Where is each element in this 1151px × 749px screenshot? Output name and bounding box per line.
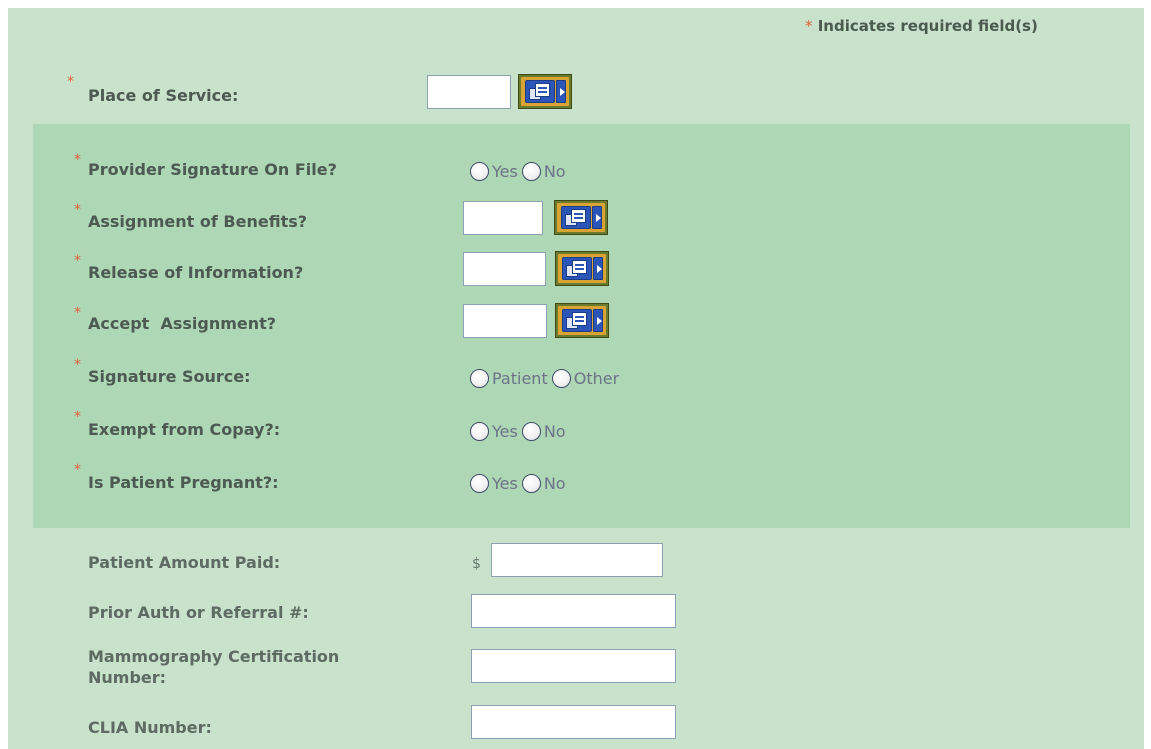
radio-option-label: No bbox=[543, 474, 566, 493]
lookup-list-icon bbox=[562, 309, 592, 332]
assignment-of-benefits-label: Assignment of Benefits? bbox=[88, 212, 308, 231]
radio-option-label: Other bbox=[573, 369, 620, 388]
clia-label: CLIA Number: bbox=[88, 718, 212, 737]
mammography-label: Mammography Certification Number: bbox=[88, 646, 339, 688]
mammography-label-line2: Number: bbox=[88, 668, 167, 687]
place-of-service-lookup-button[interactable] bbox=[518, 74, 572, 109]
lookup-list-icon bbox=[525, 80, 555, 103]
prior-auth-label: Prior Auth or Referral #: bbox=[88, 603, 309, 622]
signature-source-label: Signature Source: bbox=[88, 367, 251, 386]
required-marker: * bbox=[805, 17, 813, 35]
patient-pregnant-radio-group: Yes No bbox=[470, 474, 570, 493]
patient-amount-paid-input[interactable] bbox=[491, 543, 663, 577]
required-marker: * bbox=[74, 152, 81, 168]
assignment-of-benefits-lookup-button[interactable] bbox=[554, 200, 608, 235]
accept-assignment-input[interactable] bbox=[463, 304, 547, 338]
release-of-information-lookup-button[interactable] bbox=[555, 251, 609, 286]
accept-assignment-label: Accept Assignment? bbox=[88, 314, 277, 333]
required-marker: * bbox=[67, 74, 74, 90]
arrow-right-icon bbox=[592, 206, 602, 229]
release-of-information-label: Release of Information? bbox=[88, 263, 304, 282]
arrow-right-icon bbox=[593, 257, 603, 280]
patient-amount-paid-label: Patient Amount Paid: bbox=[88, 553, 281, 572]
required-marker: * bbox=[74, 253, 81, 269]
exempt-copay-radio-group: Yes No bbox=[470, 422, 570, 441]
required-marker: * bbox=[74, 462, 81, 478]
radio-option-label: Yes bbox=[492, 474, 518, 493]
provider-signature-no-radio[interactable] bbox=[521, 162, 541, 181]
exempt-copay-label: Exempt from Copay?: bbox=[88, 420, 281, 439]
required-marker: * bbox=[74, 357, 81, 373]
exempt-copay-no-radio[interactable] bbox=[521, 422, 541, 441]
provider-signature-radio-group: Yes No bbox=[470, 162, 570, 181]
radio-option-label: Patient bbox=[492, 369, 548, 388]
place-of-service-input[interactable] bbox=[427, 75, 511, 109]
lookup-list-icon bbox=[562, 257, 592, 280]
arrow-right-icon bbox=[556, 80, 566, 103]
radio-option-label: Yes bbox=[492, 422, 518, 441]
radio-option-label: No bbox=[543, 422, 566, 441]
release-of-information-input[interactable] bbox=[463, 252, 546, 286]
required-marker: * bbox=[74, 409, 81, 425]
signature-source-radio-group: Patient Other bbox=[470, 369, 623, 388]
provider-signature-label: Provider Signature On File? bbox=[88, 160, 337, 179]
radio-option-label: Yes bbox=[492, 162, 518, 181]
mammography-input[interactable] bbox=[471, 649, 676, 683]
required-fields-text: Indicates required field(s) bbox=[812, 17, 1038, 35]
prior-auth-input[interactable] bbox=[471, 594, 676, 628]
exempt-copay-yes-radio[interactable] bbox=[470, 422, 489, 441]
assignment-of-benefits-input[interactable] bbox=[463, 201, 543, 235]
mammography-label-line1: Mammography Certification bbox=[88, 647, 340, 666]
required-marker: * bbox=[74, 305, 81, 321]
signature-source-other-radio[interactable] bbox=[551, 369, 571, 388]
patient-pregnant-label: Is Patient Pregnant?: bbox=[88, 473, 279, 492]
accept-assignment-lookup-button[interactable] bbox=[555, 303, 609, 338]
provider-signature-yes-radio[interactable] bbox=[470, 162, 489, 181]
lookup-list-icon bbox=[561, 206, 591, 229]
patient-pregnant-yes-radio[interactable] bbox=[470, 474, 489, 493]
required-marker: * bbox=[74, 202, 81, 218]
signature-source-patient-radio[interactable] bbox=[470, 369, 489, 388]
claim-form: * Indicates required field(s) * Place of… bbox=[8, 8, 1144, 749]
currency-symbol: $ bbox=[472, 556, 481, 572]
arrow-right-icon bbox=[593, 309, 603, 332]
patient-pregnant-no-radio[interactable] bbox=[521, 474, 541, 493]
place-of-service-label: Place of Service: bbox=[88, 86, 239, 105]
clia-input[interactable] bbox=[471, 705, 676, 739]
required-fields-note: * Indicates required field(s) bbox=[805, 17, 1038, 35]
radio-option-label: No bbox=[543, 162, 566, 181]
